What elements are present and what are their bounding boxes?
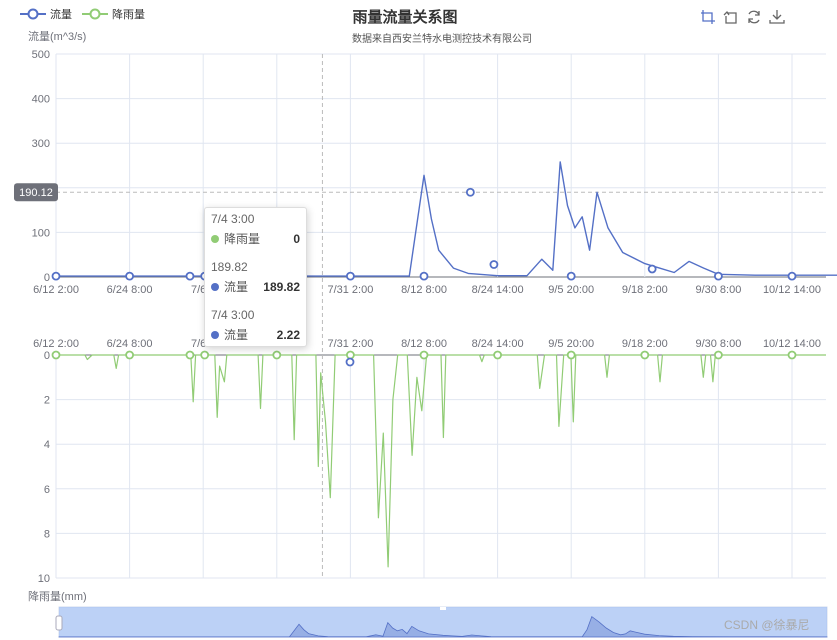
tooltip-rain-row: 降雨量 0: [211, 230, 300, 247]
data-zoom-handle-left: [55, 615, 63, 631]
flow-series-line: [56, 161, 837, 277]
bottom-x-tick-label: 6/24 8:00: [107, 338, 153, 350]
bottom-y-tick-label: 6: [44, 484, 50, 496]
tooltip: 7/4 3:00 降雨量 0 189.82 流量 189.82 7/4 3:00…: [204, 207, 307, 347]
tooltip-rain-value: 0: [293, 231, 300, 246]
bottom-x-tick-label: 6/12 2:00: [33, 338, 79, 350]
flow-marker: [787, 271, 797, 281]
top-y-tick-label: 300: [32, 138, 50, 150]
flow-marker: [647, 264, 657, 274]
flow-marker: [566, 271, 576, 281]
bottom-x-tick-label: 7/31 2:00: [327, 338, 373, 350]
top-x-tick-label: 9/5 20:00: [548, 284, 594, 296]
bottom-y-tick-label: 10: [38, 573, 50, 585]
rain-marker: [51, 350, 61, 360]
top-x-tick-label: 10/12 14:00: [763, 284, 821, 296]
bottom-x-tick-label: 9/5 20:00: [548, 338, 594, 350]
watermark: CSDN @徐暴尼: [724, 618, 810, 632]
top-y-tick-label: 100: [32, 227, 50, 239]
rain-marker: [493, 350, 503, 360]
data-zoom-selected-range: [59, 607, 827, 637]
tooltip-flow2-value: 2.22: [276, 327, 300, 342]
rain-marker: [185, 350, 195, 360]
chart-canvas: 0 100 2 0 0 300 400 500 流量(m^3/s) 6/12 2:00 6/24 8…: [14, 29, 837, 638]
rain-marker: [345, 350, 355, 360]
tooltip-flow-name: 流量: [224, 280, 249, 294]
tooltip-flow2-block: 7/4 3:00 流量 2.22: [211, 308, 300, 343]
top-y-tick-label: 0: [44, 272, 50, 284]
rain-marker: [272, 350, 282, 360]
bottom-y-tick-label: 0: [44, 350, 50, 362]
rain-marker: [714, 350, 723, 360]
top-x-tick-label: 9/18 2:00: [622, 284, 668, 296]
flow-marker: [345, 357, 355, 367]
tooltip-flow-row: 流量 189.82: [211, 278, 300, 295]
flow-marker: [125, 271, 135, 281]
tooltip-flow-axis-value: 189.82: [211, 260, 248, 274]
bottom-y-tick-label: 4: [44, 439, 50, 451]
tooltip-flow-block: 189.82 流量 189.82: [211, 260, 300, 295]
top-x-tick-label: 6/12 2:00: [33, 284, 79, 296]
flow-marker: [51, 271, 61, 281]
rain-series-line: [56, 354, 826, 568]
flow-marker: [489, 260, 499, 269]
bottom-x-tick-label: 9/18 2:00: [622, 338, 668, 350]
tooltip-flow-value: 189.82: [263, 279, 300, 294]
top-y-axis-label: 流量(m^3/s): [28, 29, 86, 43]
rain-marker: [419, 350, 429, 360]
bottom-x-tick-label: 8/24 14:00: [472, 338, 524, 350]
flow-marker: [465, 187, 475, 197]
flow-marker: [185, 271, 195, 281]
tooltip-rain-block: 7/4 3:00 降雨量 0: [211, 212, 300, 247]
tooltip-flow2-time: 7/4 3:00: [211, 308, 255, 322]
flow-marker: [419, 271, 429, 281]
top-x-tick-label: 6/24 8:00: [107, 284, 153, 296]
tooltip-rain-name: 降雨量: [224, 232, 261, 246]
top-x-tick-label: 9/30 8:00: [695, 284, 741, 296]
bottom-x-tick-label: 8/12 8:00: [401, 338, 447, 350]
rain-dot-icon: [211, 234, 219, 243]
axis-pointer-label: 190.12: [19, 187, 53, 199]
rain-marker: [787, 350, 797, 360]
rain-marker: [125, 350, 135, 360]
bottom-y-tick-label: 2: [44, 395, 50, 407]
tooltip-flow2-row: 流量 2.22: [211, 326, 300, 343]
rain-marker: [200, 350, 210, 360]
flow2-dot-icon: [211, 330, 219, 339]
tooltip-flow2-name: 流量: [224, 328, 249, 342]
flow-dot-icon: [211, 282, 219, 291]
rain-marker: [566, 350, 576, 360]
bottom-x-tick-label: 10/12 14:00: [763, 338, 821, 350]
data-zoom-drag-bar: [440, 607, 446, 610]
top-y-tick-label: 400: [32, 94, 50, 106]
top-x-tick-label: 7/31 2:00: [327, 284, 373, 296]
top-x-tick-label: 8/24 14:00: [472, 284, 524, 296]
tooltip-rain-time: 7/4 3:00: [211, 212, 255, 226]
flow-marker: [714, 271, 723, 281]
flow-marker: [345, 271, 355, 281]
top-y-tick-label: 500: [32, 49, 50, 61]
top-x-tick-label: 8/12 8:00: [401, 284, 447, 296]
bottom-y-tick-label: 8: [44, 528, 50, 540]
bottom-x-tick-label: 9/30 8:00: [695, 338, 741, 350]
bottom-y-axis-label: 降雨量(mm): [28, 589, 87, 603]
rain-marker: [640, 350, 650, 360]
